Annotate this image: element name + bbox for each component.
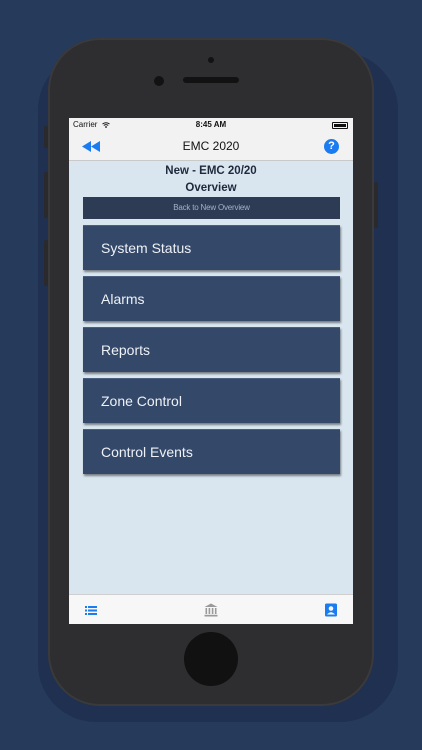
power-button [374, 182, 378, 228]
navigation-bar: EMC 2020 ? [69, 132, 353, 161]
system-status-button[interactable]: System Status [83, 225, 340, 270]
bank-icon[interactable] [204, 603, 218, 617]
app-screen: Carrier 8:45 AM EMC 2020 ? New - EMC 20/… [69, 118, 353, 624]
proximity-sensor [208, 57, 214, 63]
alarms-button[interactable]: Alarms [83, 276, 340, 321]
home-button[interactable] [184, 632, 238, 686]
page-title: New - EMC 20/20 Overview [69, 163, 353, 197]
contact-icon[interactable] [324, 603, 338, 617]
page-title-line2: Overview [185, 182, 237, 194]
mute-switch [44, 126, 48, 148]
list-icon[interactable] [84, 603, 98, 617]
status-time: 8:45 AM [195, 120, 227, 129]
control-events-button[interactable]: Control Events [83, 429, 340, 474]
nav-title: EMC 2020 [182, 139, 240, 153]
page-title-line1: New - EMC 20/20 [165, 165, 257, 177]
battery-icon [332, 122, 348, 129]
earpiece-speaker [183, 77, 239, 83]
tab-bar [69, 594, 353, 624]
zone-control-button[interactable]: Zone Control [83, 378, 340, 423]
menu-list: System Status Alarms Reports Zone Contro… [69, 225, 353, 474]
back-to-overview-link[interactable]: Back to New Overview [83, 197, 340, 219]
status-bar: Carrier 8:45 AM [69, 118, 353, 132]
volume-down-button [44, 240, 48, 286]
reports-button[interactable]: Reports [83, 327, 340, 372]
help-icon[interactable]: ? [324, 139, 339, 154]
volume-up-button [44, 172, 48, 218]
front-camera [154, 76, 164, 86]
